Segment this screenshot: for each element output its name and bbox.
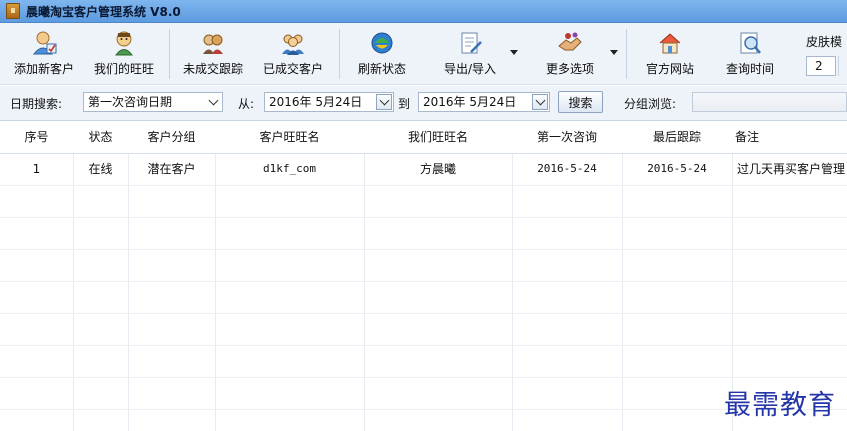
export-import-dropdown-icon[interactable] bbox=[510, 50, 518, 55]
add-customer-button[interactable]: 添加新客户 bbox=[6, 23, 82, 84]
search-button[interactable]: 搜索 bbox=[558, 91, 603, 113]
group-browse-select[interactable] bbox=[692, 92, 847, 112]
our-wangwang-label: 我们的旺旺 bbox=[93, 62, 154, 76]
column-header-status[interactable]: 状态 bbox=[73, 121, 128, 153]
from-date-picker[interactable]: 2016年 5月24日 bbox=[264, 92, 394, 112]
column-header-first-consult[interactable]: 第一次咨询 bbox=[512, 121, 622, 153]
cell-group: 潜在客户 bbox=[147, 162, 196, 176]
table-row-empty bbox=[0, 249, 847, 282]
date-type-value: 第一次咨询日期 bbox=[88, 95, 173, 109]
table-row-empty bbox=[0, 185, 847, 218]
cell-status: 在线 bbox=[88, 162, 113, 176]
filter-bar: 日期搜索: 第一次咨询日期 从: 2016年 5月24日 到 2016年 5月2… bbox=[0, 86, 847, 121]
query-time-button[interactable]: 查询时间 bbox=[714, 23, 786, 84]
toolbar: 添加新客户 我们的旺旺 未成交跟踪 已成交客户 刷新状态 导出/导入 更多选项 … bbox=[0, 23, 847, 85]
toolbar-separator bbox=[169, 29, 170, 79]
unclosed-tracking-label: 未成交跟踪 bbox=[182, 62, 243, 76]
table-row-empty bbox=[0, 281, 847, 314]
toolbar-separator bbox=[339, 29, 340, 79]
query-time-icon bbox=[740, 32, 761, 54]
calendar-dropdown-icon[interactable] bbox=[532, 94, 548, 110]
table-row-empty bbox=[0, 313, 847, 346]
more-options-dropdown-icon[interactable] bbox=[610, 50, 618, 55]
cell-our-ww: 方晨曦 bbox=[419, 162, 456, 176]
our-wangwang-button[interactable]: 我们的旺旺 bbox=[86, 23, 162, 84]
column-header-last-follow[interactable]: 最后跟踪 bbox=[622, 121, 732, 153]
query-time-label: 查询时间 bbox=[725, 62, 774, 76]
refresh-status-button[interactable]: 刷新状态 bbox=[346, 23, 418, 84]
official-website-button[interactable]: 官方网站 bbox=[634, 23, 706, 84]
official-website-label: 官方网站 bbox=[645, 62, 694, 76]
window-title: 晨曦淘宝客户管理系统 V8.0 bbox=[26, 4, 181, 19]
skin-spinner-arrows-icon[interactable] bbox=[838, 56, 847, 76]
add-customer-label: 添加新客户 bbox=[13, 62, 74, 76]
closed-customers-icon bbox=[282, 34, 304, 55]
calendar-dropdown-icon[interactable] bbox=[376, 94, 392, 110]
skin-mode-value: 2 bbox=[815, 59, 823, 73]
cell-note: 过几天再买客户管理 bbox=[737, 162, 846, 176]
export-import-label: 导出/导入 bbox=[443, 62, 497, 76]
title-bar: 晨曦淘宝客户管理系统 V8.0 bbox=[0, 0, 847, 23]
cell-last-follow: 2016-5-24 bbox=[647, 162, 707, 175]
column-header-note[interactable]: 备注 bbox=[732, 121, 762, 153]
more-options-button[interactable]: 更多选项 bbox=[532, 23, 608, 84]
cell-index: 1 bbox=[32, 162, 41, 176]
group-browse-label: 分组浏览: bbox=[624, 97, 677, 111]
more-options-icon bbox=[558, 32, 582, 51]
watermark-text: 最需教育 bbox=[724, 390, 836, 421]
column-header-customer-ww[interactable]: 客户旺旺名 bbox=[215, 121, 364, 153]
unclosed-tracking-icon bbox=[203, 34, 223, 54]
skin-mode-label: 皮肤模 bbox=[806, 35, 843, 49]
date-type-select[interactable]: 第一次咨询日期 bbox=[83, 92, 223, 112]
closed-customers-button[interactable]: 已成交客户 bbox=[255, 23, 331, 84]
app-icon bbox=[6, 3, 20, 19]
from-date-value: 2016年 5月24日 bbox=[269, 95, 363, 109]
our-wangwang-icon bbox=[115, 31, 133, 56]
export-import-icon bbox=[461, 32, 482, 54]
refresh-status-label: 刷新状态 bbox=[357, 62, 406, 76]
closed-customers-label: 已成交客户 bbox=[262, 62, 323, 76]
to-date-picker[interactable]: 2016年 5月24日 bbox=[418, 92, 550, 112]
toolbar-separator bbox=[626, 29, 627, 79]
cell-customer-ww: d1kf_com bbox=[263, 162, 316, 175]
customer-table: 序号 状态 客户分组 客户旺旺名 我们旺旺名 第一次咨询 最后跟踪 备注 1 在… bbox=[0, 121, 847, 431]
table-header: 序号 状态 客户分组 客户旺旺名 我们旺旺名 第一次咨询 最后跟踪 备注 bbox=[0, 121, 847, 154]
column-header-group[interactable]: 客户分组 bbox=[128, 121, 215, 153]
more-options-label: 更多选项 bbox=[545, 62, 594, 76]
table-row-empty bbox=[0, 377, 847, 410]
date-search-label: 日期搜索: bbox=[10, 97, 63, 111]
home-website-icon bbox=[659, 33, 681, 54]
table-row-empty bbox=[0, 217, 847, 250]
to-label: 到 bbox=[398, 97, 411, 111]
add-customer-icon bbox=[32, 31, 57, 55]
column-header-our-ww[interactable]: 我们旺旺名 bbox=[364, 121, 512, 153]
from-label: 从: bbox=[238, 97, 255, 111]
table-row-empty bbox=[0, 345, 847, 378]
refresh-icon bbox=[371, 32, 393, 54]
cell-first-consult: 2016-5-24 bbox=[537, 162, 597, 175]
table-row[interactable]: 1 在线 潜在客户 d1kf_com 方晨曦 2016-5-24 2016-5-… bbox=[0, 153, 847, 186]
column-header-index[interactable]: 序号 bbox=[0, 121, 73, 153]
skin-mode-spinner[interactable]: 2 bbox=[806, 56, 836, 76]
export-import-button[interactable]: 导出/导入 bbox=[432, 23, 508, 84]
chevron-down-icon bbox=[205, 94, 221, 110]
to-date-value: 2016年 5月24日 bbox=[423, 95, 517, 109]
unclosed-tracking-button[interactable]: 未成交跟踪 bbox=[175, 23, 251, 84]
